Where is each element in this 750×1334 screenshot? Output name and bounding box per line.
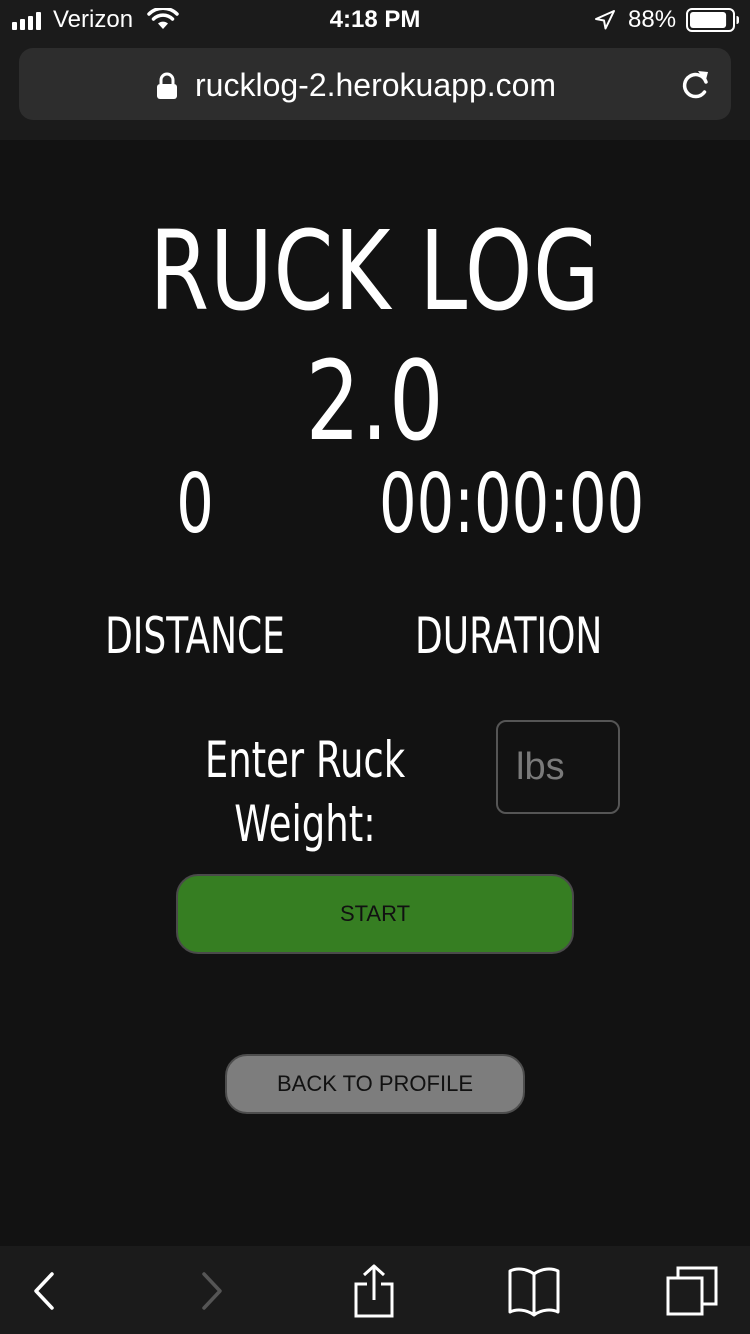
- url-text[interactable]: rucklog-2.herokuapp.com: [195, 66, 556, 104]
- duration-label: DURATION: [415, 607, 603, 665]
- location-arrow-icon: [595, 10, 615, 30]
- tabs-icon[interactable]: [664, 1264, 720, 1318]
- address-bar[interactable]: rucklog-2.herokuapp.com: [19, 48, 731, 120]
- reload-icon[interactable]: [679, 68, 713, 102]
- ruck-weight-label: Enter Ruck Weight:: [204, 731, 406, 853]
- distance-label: DISTANCE: [105, 607, 285, 665]
- back-arrow-icon[interactable]: [26, 1264, 60, 1318]
- page-title: RUCK LOG 2.0: [149, 207, 601, 465]
- ruck-weight-input[interactable]: [496, 720, 620, 814]
- battery-percent: 88%: [628, 6, 677, 33]
- bookmarks-icon[interactable]: [506, 1264, 562, 1318]
- browser-chrome: rucklog-2.herokuapp.com: [0, 40, 750, 140]
- lock-icon: [157, 72, 177, 99]
- forward-arrow-icon[interactable]: [194, 1264, 228, 1318]
- distance-value: 0: [176, 457, 214, 552]
- browser-toolbar: [0, 1246, 750, 1334]
- share-icon[interactable]: [350, 1264, 398, 1318]
- back-to-profile-button[interactable]: BACK TO PROFILE: [225, 1054, 525, 1114]
- battery-icon: [686, 8, 739, 32]
- start-button[interactable]: START: [176, 874, 574, 954]
- status-bar: Verizon 4:18 PM 88%: [0, 0, 750, 40]
- duration-value: 00:00:00: [379, 457, 645, 552]
